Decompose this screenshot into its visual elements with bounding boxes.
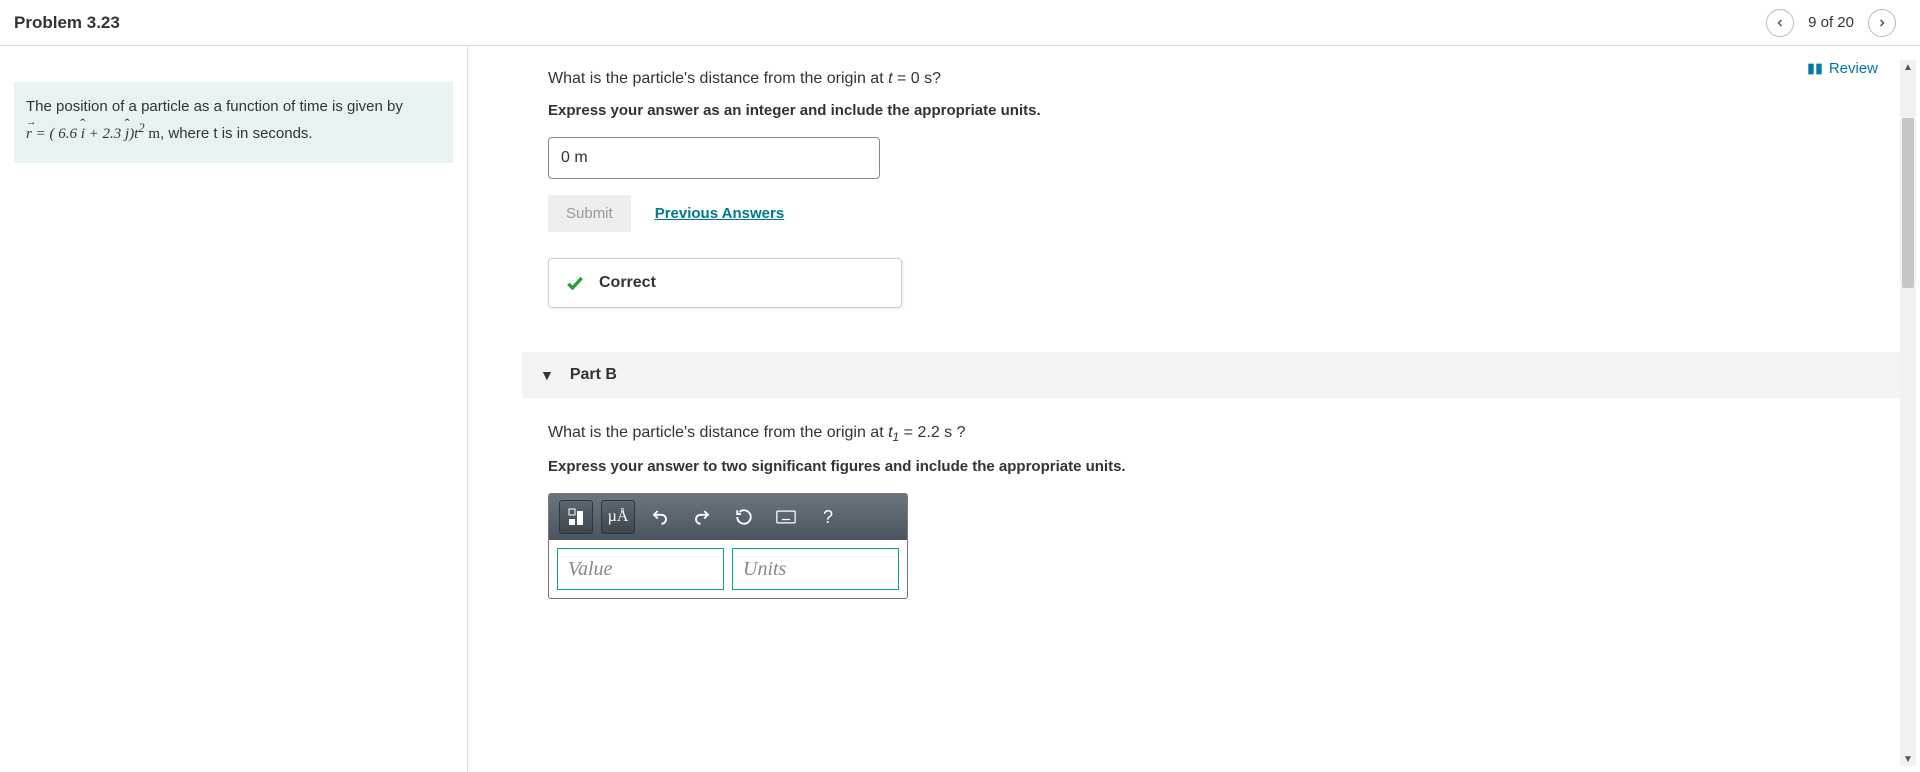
- input-toolbar: µÅ ?: [549, 494, 907, 540]
- review-label: Review: [1829, 60, 1878, 77]
- eq-plus: + 2.3: [85, 126, 125, 142]
- qb-pre: What is the particle's distance from the…: [548, 424, 888, 441]
- problem-prompt-panel: The position of a particle as a function…: [0, 46, 468, 772]
- qa-pre: What is the particle's distance from the…: [548, 70, 888, 87]
- undo-tool[interactable]: [643, 500, 677, 534]
- submit-button: Submit: [548, 195, 631, 232]
- scroll-down-icon[interactable]: ▼: [1902, 752, 1914, 766]
- scrollbar-thumb[interactable]: [1902, 118, 1914, 288]
- review-link[interactable]: Review: [1807, 60, 1878, 77]
- units-input[interactable]: Units: [732, 548, 899, 590]
- part-b-instruction: Express your answer to two significant f…: [548, 458, 1906, 475]
- fraction-icon: [566, 507, 586, 527]
- help-tool[interactable]: ?: [811, 500, 845, 534]
- part-b-question: What is the particle's distance from the…: [548, 424, 1906, 444]
- correct-label: Correct: [599, 274, 656, 292]
- previous-answers-link[interactable]: Previous Answers: [655, 205, 785, 222]
- part-b-header[interactable]: ▼ Part B: [522, 352, 1906, 398]
- prompt-text: The position of a particle as a function…: [26, 98, 403, 115]
- scrollbar[interactable]: ▲ ▼: [1900, 60, 1916, 766]
- answer-input-panel: µÅ ? Value U: [548, 493, 908, 599]
- correct-feedback: Correct: [548, 258, 902, 308]
- undo-icon: [651, 508, 669, 526]
- template-tool[interactable]: [559, 500, 593, 534]
- reset-tool[interactable]: [727, 500, 761, 534]
- problem-prompt: The position of a particle as a function…: [14, 82, 453, 163]
- redo-icon: [693, 508, 711, 526]
- chevron-right-icon: [1876, 17, 1888, 29]
- eq-mid: = ( 6.6: [32, 126, 81, 142]
- keyboard-icon: [776, 510, 796, 524]
- redo-tool[interactable]: [685, 500, 719, 534]
- unit-j: j: [125, 123, 129, 146]
- book-icon: [1807, 62, 1823, 76]
- pager-text: 9 of 20: [1808, 14, 1854, 31]
- prev-problem-button[interactable]: [1766, 9, 1794, 37]
- eq-units: m: [145, 126, 160, 142]
- qa-post: = 0 s?: [893, 70, 941, 87]
- page-title: Problem 3.23: [14, 13, 120, 33]
- chevron-left-icon: [1774, 17, 1786, 29]
- check-icon: [565, 273, 585, 293]
- unit-i: i: [81, 123, 85, 146]
- scroll-up-icon[interactable]: ▲: [1902, 60, 1914, 74]
- next-problem-button[interactable]: [1868, 9, 1896, 37]
- units-tool[interactable]: µÅ: [601, 500, 635, 534]
- eq-tail: )t: [129, 126, 138, 142]
- keyboard-tool[interactable]: [769, 500, 803, 534]
- reset-icon: [735, 508, 753, 526]
- part-a-instruction: Express your answer as an integer and in…: [548, 102, 1906, 119]
- prompt-tail: , where t is in seconds.: [160, 125, 313, 142]
- qb-post: = 2.2 s ?: [899, 424, 965, 441]
- vector-r: r: [26, 123, 32, 146]
- part-b-label: Part B: [570, 366, 617, 384]
- value-input[interactable]: Value: [557, 548, 724, 590]
- caret-down-icon: ▼: [540, 367, 554, 383]
- part-a-question: What is the particle's distance from the…: [548, 70, 1906, 88]
- part-a-answer-field[interactable]: 0 m: [548, 137, 880, 179]
